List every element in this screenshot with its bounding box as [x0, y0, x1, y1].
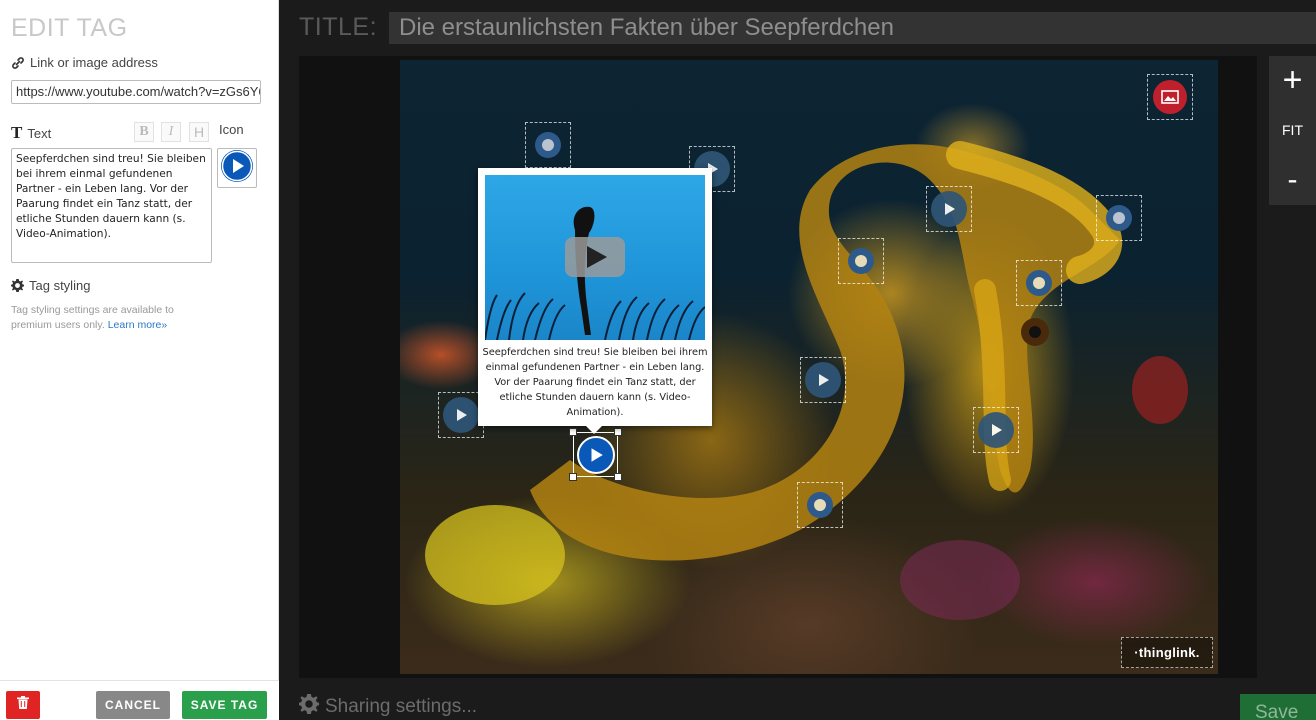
video-thumbnail[interactable] — [485, 175, 705, 340]
save-tag-button[interactable]: SAVE TAG — [182, 691, 267, 719]
link-label-text: Link or image address — [30, 55, 158, 70]
dot-icon — [1026, 270, 1052, 296]
text-icon: T — [11, 123, 23, 142]
gear-icon — [11, 279, 24, 292]
resize-handle[interactable] — [614, 473, 622, 481]
sharing-settings-link[interactable]: Sharing settings... — [299, 694, 477, 720]
heading-button[interactable]: H — [189, 122, 209, 142]
icon-picker[interactable] — [217, 148, 257, 188]
tag-styling-text: Tag styling — [29, 278, 91, 293]
play-icon — [220, 149, 254, 188]
text-label: T Text — [11, 123, 51, 143]
zoom-in-button[interactable]: + — [1269, 60, 1316, 100]
text-label-text: Text — [27, 125, 52, 141]
learn-more-link[interactable]: Learn more» — [108, 319, 168, 331]
link-input[interactable]: https://www.youtube.com/watch?v=zGs6Y6Uh… — [11, 80, 261, 104]
tag-hotspot[interactable] — [797, 482, 843, 528]
delete-button[interactable] — [6, 691, 40, 719]
resize-handle[interactable] — [614, 428, 622, 436]
link-icon — [11, 56, 25, 70]
tag-styling-label: Tag styling — [11, 278, 90, 293]
zoom-fit-button[interactable]: FIT — [1269, 120, 1316, 140]
selected-tag[interactable] — [569, 428, 622, 481]
gear-icon — [299, 694, 319, 720]
icon-label: Icon — [219, 122, 244, 137]
panel-title: EDIT TAG — [11, 14, 128, 42]
tag-text-input[interactable]: Seepferdchen sind treu! Sie bleiben bei … — [11, 148, 212, 263]
panel-footer: CANCEL SAVE TAG — [0, 680, 279, 720]
dot-icon — [848, 248, 874, 274]
resize-handle[interactable] — [569, 473, 577, 481]
link-label: Link or image address — [11, 55, 158, 70]
image-icon — [1153, 80, 1187, 114]
zoom-controls: + FIT - — [1269, 56, 1316, 205]
play-icon — [931, 191, 967, 227]
zoom-out-button[interactable]: - — [1269, 160, 1316, 200]
tag-hotspot[interactable] — [525, 122, 571, 168]
save-button[interactable]: Save — [1240, 694, 1316, 720]
tag-preview-popup: Seepferdchen sind treu! Sie bleiben bei … — [478, 168, 712, 434]
resize-handle[interactable] — [569, 428, 577, 436]
tag-hotspot[interactable] — [1096, 195, 1142, 241]
dot-icon — [807, 492, 833, 518]
trash-icon — [17, 696, 29, 714]
tag-hotspot[interactable] — [838, 238, 884, 284]
dot-icon — [535, 132, 561, 158]
edit-tag-panel: EDIT TAG Link or image address https://w… — [0, 0, 279, 720]
tag-hotspot[interactable] — [926, 186, 972, 232]
bold-button[interactable]: B — [134, 122, 154, 142]
dot-icon — [1106, 205, 1132, 231]
italic-button[interactable]: I — [161, 122, 181, 142]
tag-hotspot[interactable] — [973, 407, 1019, 453]
styling-note: Tag styling settings are available to pr… — [11, 303, 211, 333]
play-icon — [443, 397, 479, 433]
title-input[interactable]: Die erstaunlichsten Fakten über Seepferd… — [389, 12, 1316, 44]
cancel-button[interactable]: CANCEL — [96, 691, 170, 719]
title-label: TITLE: — [299, 13, 378, 41]
video-thumbnail-art — [485, 206, 705, 340]
play-icon — [805, 362, 841, 398]
tag-hotspot[interactable] — [800, 357, 846, 403]
play-icon — [576, 435, 615, 474]
sharing-settings-text: Sharing settings... — [325, 696, 478, 717]
thinglink-logo[interactable]: ·thinglink. — [1121, 637, 1213, 668]
popup-text: Seepferdchen sind treu! Sie bleiben bei … — [482, 347, 708, 418]
tag-hotspot[interactable] — [1016, 260, 1062, 306]
image-settings-button[interactable] — [1147, 74, 1193, 120]
play-icon — [978, 412, 1014, 448]
